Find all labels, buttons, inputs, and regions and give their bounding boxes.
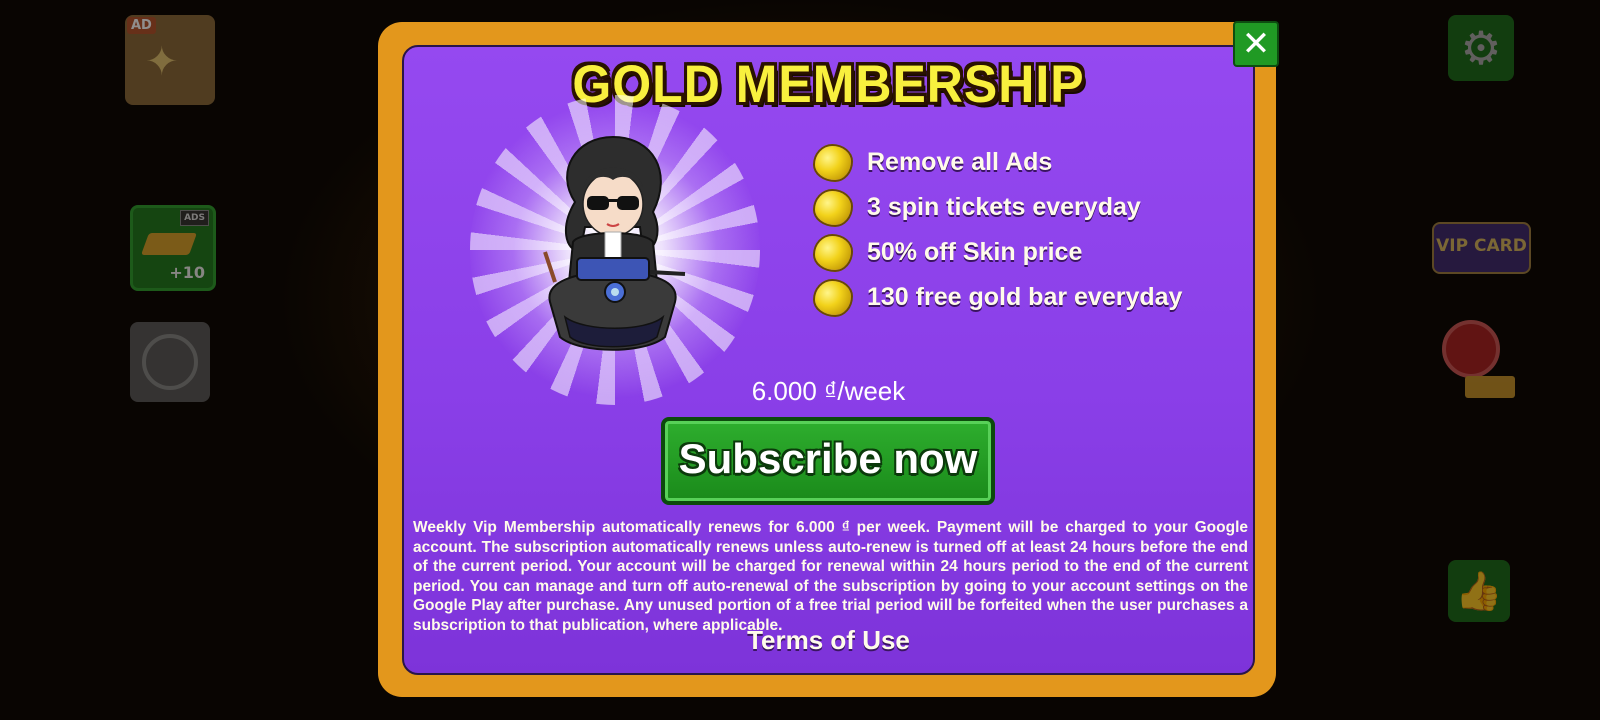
terms-of-use-link[interactable]: Terms of Use bbox=[402, 625, 1255, 656]
timed-reward-button bbox=[1440, 318, 1520, 398]
vip-card-label: VIP CARD bbox=[1436, 236, 1527, 256]
gold-nugget-icon bbox=[815, 280, 851, 315]
settings-button: ⚙ bbox=[1448, 15, 1514, 81]
benefit-item: Remove all Ads bbox=[815, 140, 1255, 185]
video-ad-icon: ADS bbox=[180, 210, 209, 226]
free-gold-bar-button: ADS +10 bbox=[130, 205, 216, 291]
benefit-item: 3 spin tickets everyday bbox=[815, 185, 1255, 230]
ad-badge: AD bbox=[127, 17, 156, 34]
spin-wheel-button bbox=[130, 322, 210, 402]
gear-icon: ⚙ bbox=[1460, 21, 1502, 75]
spin-wheel-icon bbox=[142, 334, 198, 390]
rate-button: 👍 bbox=[1448, 560, 1510, 622]
vip-card-button: VIP CARD bbox=[1432, 222, 1531, 274]
character-illustration bbox=[543, 135, 686, 351]
subscribe-label: Subscribe now bbox=[678, 435, 978, 482]
gold-bars-icon bbox=[1465, 376, 1515, 398]
watch-ad-reward-button: AD ✦ bbox=[125, 15, 215, 105]
gold-nugget-icon bbox=[815, 190, 851, 225]
dialog-title: GOLD MEMBERSHIP bbox=[572, 54, 1085, 114]
thumbs-up-icon: 👍 bbox=[1455, 569, 1503, 613]
subscription-terms-text: Weekly Vip Membership automatically rene… bbox=[413, 519, 1248, 634]
treasure-icon: ✦ bbox=[145, 39, 179, 85]
alarm-clock-icon bbox=[1442, 320, 1500, 378]
benefit-text: 3 spin tickets everyday bbox=[867, 193, 1141, 221]
gold-nugget-icon bbox=[815, 145, 851, 180]
benefit-item: 50% off Skin price bbox=[815, 230, 1255, 275]
benefit-text: Remove all Ads bbox=[867, 148, 1053, 176]
gold-nugget-icon bbox=[815, 235, 851, 270]
gold-bar-amount: +10 bbox=[169, 263, 205, 282]
subscription-price: 6.000 ₫/week bbox=[751, 376, 906, 406]
subscribe-now-button[interactable]: Subscribe now bbox=[661, 417, 995, 505]
benefit-text: 50% off Skin price bbox=[867, 238, 1083, 266]
gold-bar-icon bbox=[140, 233, 198, 255]
benefit-item: 130 free gold bar everyday bbox=[815, 275, 1255, 320]
benefit-text: 130 free gold bar everyday bbox=[867, 283, 1183, 311]
benefits-list: Remove all Ads 3 spin tickets everyday 5… bbox=[815, 140, 1255, 320]
